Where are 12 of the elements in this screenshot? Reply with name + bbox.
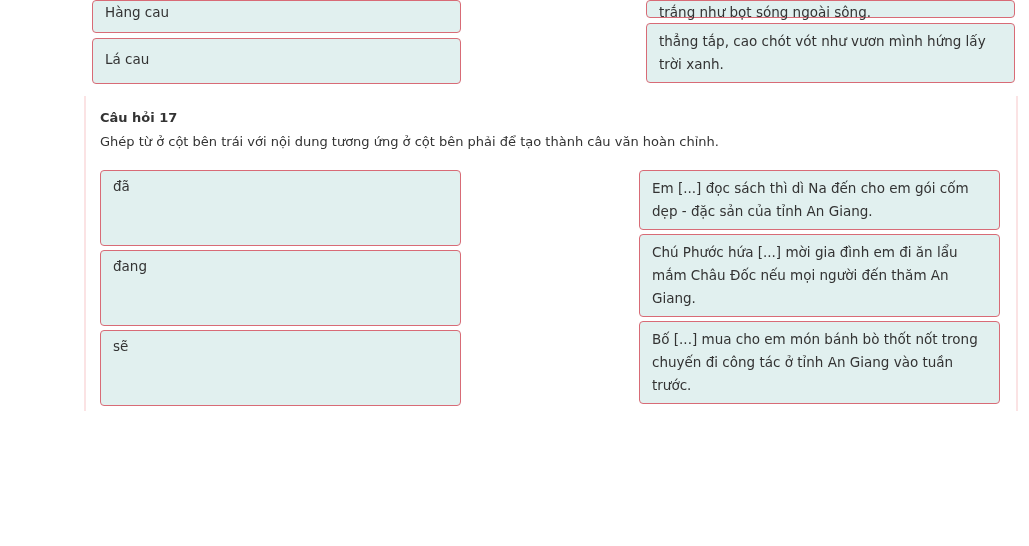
answer-card[interactable]: trắng như bọt sóng ngoài sông. <box>646 0 1015 18</box>
answer-card[interactable]: Lá cau <box>92 38 461 84</box>
sentence-card[interactable]: Em [...] đọc sách thì dì Na đến cho em gói cốm dẹp - đặc sản của tỉnh An Giang. <box>639 170 1000 230</box>
word-card[interactable]: sẽ <box>100 330 461 406</box>
sentence-card[interactable]: Bố [...] mua cho em món bánh bò thốt nốt trong chuyến đi công tác ở tỉnh An Giang vào tuần trước. <box>639 321 1000 404</box>
question-title: Câu hỏi 17 <box>100 109 179 127</box>
sentence-card[interactable]: Chú Phước hứa [...] mời gia đình em đi ăn lẩu mắm Châu Đốc nếu mọi người đến thăm An Giang. <box>639 234 1000 317</box>
answer-card[interactable]: thẳng tắp, cao chót vót như vươn mình hứng lấy trời xanh. <box>646 23 1015 83</box>
word-card[interactable]: đã <box>100 170 461 246</box>
answer-card[interactable]: Hàng cau <box>92 0 461 33</box>
question-instruction: Ghép từ ở cột bên trái với nội dung tương ứng ở cột bên phải để tạo thành câu văn hoàn chỉnh. <box>100 132 720 151</box>
word-card[interactable]: đang <box>100 250 461 326</box>
